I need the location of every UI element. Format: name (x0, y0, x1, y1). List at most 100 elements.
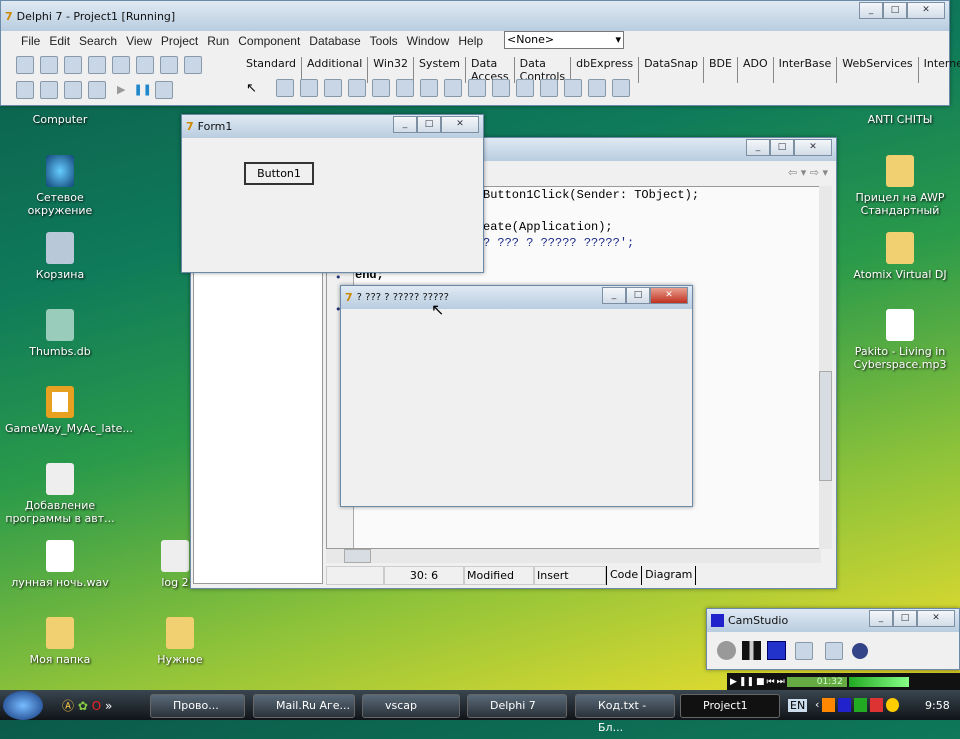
more-icon[interactable]: » (105, 699, 112, 713)
menu-tools[interactable]: Tools (370, 34, 398, 48)
options-icon[interactable] (825, 641, 843, 660)
edit-icon[interactable] (347, 79, 366, 97)
record-button[interactable] (717, 641, 736, 660)
menu-help[interactable]: Help (458, 34, 483, 48)
open-project-icon[interactable] (112, 56, 130, 74)
remove-file-icon[interactable] (160, 56, 178, 74)
maximize-button[interactable]: □ (893, 610, 917, 627)
minimize-button[interactable]: _ (859, 2, 883, 19)
desktop-icon-gameway[interactable]: GameWay_MyAc_late... (5, 386, 133, 435)
tab-diagram[interactable]: Diagram (642, 566, 697, 585)
desktop-icon-network[interactable]: Сетевое окружение (5, 155, 115, 217)
stop-icon[interactable]: ■ (756, 677, 765, 687)
menu-view[interactable]: View (126, 34, 152, 48)
view-unit-icon[interactable] (16, 81, 34, 99)
taskbar-item-explorer[interactable]: Прово... (150, 694, 245, 718)
toggle-form-icon[interactable] (64, 81, 82, 99)
palette-tab-datasnap[interactable]: DataSnap (639, 57, 705, 83)
desktop-icon-folder[interactable]: Нужное (125, 617, 235, 666)
desktop-icon-thumbs[interactable]: Thumbs.db (5, 309, 115, 358)
memo-icon[interactable] (371, 79, 390, 97)
help-icon[interactable] (184, 56, 202, 74)
taskbar-item-mailru[interactable]: Mail.Ru Аге... (253, 694, 355, 718)
palette-tab-bde[interactable]: BDE (704, 57, 738, 83)
component-combo[interactable]: <None> ▾ (504, 31, 624, 49)
region-icon[interactable] (795, 641, 813, 660)
open-icon[interactable] (40, 56, 58, 74)
tray-icon[interactable] (870, 698, 884, 712)
new-form-icon[interactable] (88, 81, 106, 99)
palette-tab-webservices[interactable]: WebServices (837, 57, 919, 83)
avast-icon[interactable]: Ⓐ (62, 699, 74, 713)
radiobutton-icon[interactable] (443, 79, 462, 97)
tray-icon[interactable] (886, 698, 900, 712)
palette-tab-ado[interactable]: ADO (738, 57, 774, 83)
desktop-icon-recycle-bin[interactable]: Корзина (5, 232, 115, 281)
start-button[interactable] (3, 691, 43, 720)
tab-code[interactable]: Code (606, 566, 643, 585)
maximize-button[interactable]: □ (770, 139, 794, 156)
button-icon[interactable] (395, 79, 414, 97)
menu-database[interactable]: Database (309, 34, 360, 48)
menu-search[interactable]: Search (79, 34, 117, 48)
prev-icon[interactable]: ⏮ (767, 677, 775, 687)
vertical-scrollbar[interactable] (819, 186, 832, 549)
tray-expand-icon[interactable]: ‹ (815, 698, 819, 712)
opera-icon[interactable]: O (92, 699, 101, 713)
menu-component[interactable]: Component (238, 34, 300, 48)
menu-run[interactable]: Run (207, 34, 229, 48)
horizontal-scrollbar[interactable] (326, 549, 821, 563)
taskbar-item-vscap[interactable]: vscap (362, 694, 460, 718)
popupmenu-icon[interactable] (299, 79, 318, 97)
stop-button[interactable] (767, 641, 786, 660)
pointer-icon[interactable]: ↖ (246, 81, 257, 96)
close-button[interactable]: ✕ (794, 139, 832, 156)
radiogroup-icon[interactable] (563, 79, 582, 97)
pause-button[interactable] (742, 641, 761, 660)
minimize-button[interactable]: _ (869, 610, 893, 627)
volume-slider[interactable] (848, 676, 909, 687)
menu-project[interactable]: Project (161, 34, 198, 48)
nav-arrows[interactable]: ⇦ ▾ ⇨ ▾ (788, 166, 828, 179)
new-icon[interactable] (16, 56, 34, 74)
icq-icon[interactable]: ✿ (78, 699, 88, 713)
combobox-icon[interactable] (491, 79, 510, 97)
next-icon[interactable]: ⏭ (777, 677, 785, 687)
menu-file[interactable]: File (21, 34, 40, 48)
scrollbar-icon[interactable] (515, 79, 534, 97)
close-button[interactable]: ✕ (650, 287, 688, 304)
checkbox-icon[interactable] (419, 79, 438, 97)
close-button[interactable]: ✕ (441, 116, 479, 133)
actionlist-icon[interactable] (611, 79, 630, 97)
label-icon[interactable] (323, 79, 342, 97)
view-form-icon[interactable] (40, 81, 58, 99)
listbox-icon[interactable] (467, 79, 486, 97)
tray-icon[interactable] (854, 698, 868, 712)
minimize-button[interactable]: _ (393, 116, 417, 133)
save-all-icon[interactable] (88, 56, 106, 74)
clock[interactable]: 9:58 (925, 699, 950, 712)
taskbar-item-notepad[interactable]: Код.txt - Бл... (575, 694, 675, 734)
maximize-button[interactable]: □ (883, 2, 907, 19)
play-icon[interactable]: ▶ (730, 677, 737, 687)
maximize-button[interactable]: □ (626, 287, 650, 304)
run-icon[interactable]: ▶ (117, 83, 125, 96)
palette-tab-internet[interactable]: Internet (919, 57, 960, 83)
save-icon[interactable] (64, 56, 82, 74)
mainmenu-icon[interactable] (275, 79, 294, 97)
minimize-button[interactable]: _ (602, 287, 626, 304)
desktop-icon-autorun[interactable]: Добавление программы в авт... (5, 463, 115, 525)
taskbar-item-delphi[interactable]: Delphi 7 (467, 694, 567, 718)
language-indicator[interactable]: EN (788, 699, 808, 712)
add-file-icon[interactable] (136, 56, 154, 74)
swf-icon[interactable] (852, 642, 868, 659)
tray-icon[interactable] (838, 698, 852, 712)
close-button[interactable]: ✕ (917, 610, 955, 627)
desktop-icon-folder[interactable]: Прицел на AWP Стандартный (845, 155, 955, 217)
taskbar-item-project1[interactable]: Project1 (680, 694, 780, 718)
groupbox-icon[interactable] (539, 79, 558, 97)
step-icon[interactable] (154, 81, 173, 99)
desktop-icon-wav[interactable]: лунная ночь.wav (5, 540, 115, 589)
palette-tab-interbase[interactable]: InterBase (774, 57, 838, 83)
tray-icon[interactable] (822, 698, 836, 712)
